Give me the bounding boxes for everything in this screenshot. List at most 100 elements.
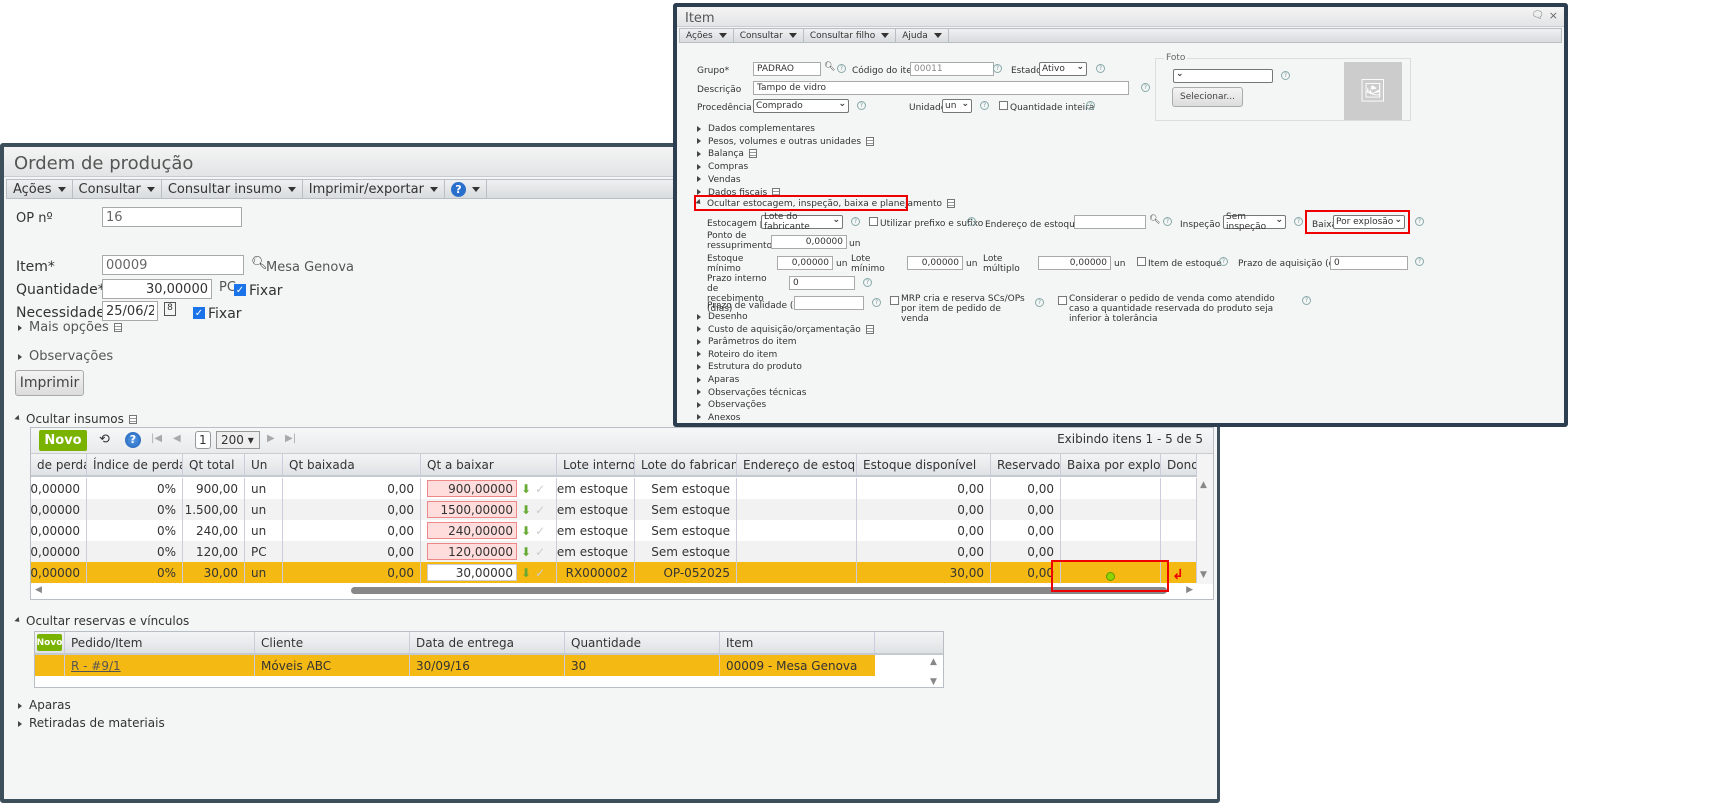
item-section[interactable]: Anexos <box>697 413 740 423</box>
help-icon[interactable]: ? <box>1086 101 1095 110</box>
item-section[interactable]: Aparas <box>697 375 739 385</box>
help-icon[interactable]: ? <box>993 64 1002 73</box>
procedencia-select[interactable]: Comprado <box>753 99 849 113</box>
menu-imprimir-exportar[interactable]: Imprimir/exportar <box>303 180 445 198</box>
column-header[interactable]: Reservado <box>991 454 1061 475</box>
qt-a-baixar-input[interactable]: 900,00000 <box>427 480 517 497</box>
qt-a-baixar-input[interactable]: 30,00000 <box>427 564 517 581</box>
baixar-arrow-icon[interactable]: ⬇ <box>521 524 531 538</box>
page-number-input[interactable]: 1 <box>195 431 211 449</box>
search-icon[interactable]: 🔍︎ <box>1149 215 1160 225</box>
help-icon[interactable]: ? <box>863 278 872 287</box>
chat-icon[interactable]: 🗨︎ <box>1531 10 1544 21</box>
qt-a-baixar-input[interactable]: 240,00000 <box>427 522 517 539</box>
column-header[interactable]: Estoque disponível <box>857 454 991 475</box>
help-icon[interactable]: ? <box>1294 217 1303 226</box>
imprimir-button[interactable]: Imprimir <box>15 370 84 396</box>
descricao-field[interactable] <box>753 81 1129 95</box>
help-icon[interactable]: ? <box>872 298 881 307</box>
menu-acoes[interactable]: Ações <box>7 180 73 198</box>
first-page-icon[interactable]: |◀ <box>151 433 162 444</box>
item-field[interactable] <box>102 255 244 275</box>
item-section[interactable]: Vendas <box>697 175 741 185</box>
qt-a-baixar-input[interactable]: 120,00000 <box>427 543 517 560</box>
item-section[interactable]: Dados complementares <box>697 124 815 134</box>
table-row[interactable]: 120,000000%120,00PC0,00120,00000⬇✓Sem es… <box>31 541 1197 562</box>
column-header[interactable]: Un <box>245 454 283 475</box>
table-row[interactable]: 240,000000%240,00un0,00240,00000⬇✓Sem es… <box>31 520 1197 541</box>
item-section[interactable]: Balança <box>697 149 757 159</box>
mrp-checkbox[interactable] <box>890 296 899 305</box>
baixar-arrow-icon[interactable]: ⬇ <box>521 545 531 559</box>
check-icon[interactable]: ✓ <box>535 524 545 538</box>
menu-ajuda[interactable]: Ajuda <box>896 29 949 42</box>
item-section[interactable]: Roteiro do item <box>697 350 777 360</box>
help-icon[interactable]: ? <box>837 64 846 73</box>
item-section[interactable]: Parâmetros do item <box>697 337 797 347</box>
ponto-field[interactable] <box>771 235 847 249</box>
quantidade-inteira-checkbox[interactable] <box>999 101 1008 110</box>
prev-page-icon[interactable]: ◀ <box>173 433 181 444</box>
refresh-icon[interactable]: ⟲ <box>99 432 110 447</box>
item-section[interactable]: Desenho <box>697 312 748 322</box>
scrollbar-thumb[interactable] <box>351 587 1167 594</box>
item-section[interactable]: Observações técnicas <box>697 388 806 398</box>
column-header[interactable]: Endereço de estoque <box>737 454 857 475</box>
qt-a-baixar-input[interactable]: 1500,00000 <box>427 501 517 518</box>
page-size-select[interactable]: 200 ▾ <box>216 431 260 449</box>
baixar-arrow-icon[interactable]: ⬇ <box>521 566 531 580</box>
column-header[interactable]: Quantidade <box>565 632 720 653</box>
column-header[interactable]: Qt a baixar <box>421 454 557 475</box>
quantidade-field[interactable] <box>102 279 212 299</box>
column-header[interactable]: Índice de perdas <box>87 454 183 475</box>
menu-acoes[interactable]: Ações <box>680 29 734 42</box>
help-icon[interactable]: ? <box>1096 64 1105 73</box>
help-icon[interactable]: ? <box>857 101 866 110</box>
column-header[interactable]: Qt total <box>183 454 245 475</box>
prazo-interno-field[interactable] <box>789 276 855 290</box>
column-header[interactable]: Lote interno <box>557 454 635 475</box>
item-section[interactable]: Custo de aquisição/orçamentação <box>697 324 874 335</box>
column-header[interactable]: Dono <box>1161 454 1197 475</box>
last-page-icon[interactable]: ▶| <box>285 433 296 444</box>
fixar-quantidade-checkbox[interactable]: ✓ <box>234 284 246 296</box>
table-row[interactable]: 30,000000%30,00un0,0030,00000⬇✓RX000002O… <box>31 562 1197 583</box>
check-icon[interactable]: ✓ <box>535 482 545 496</box>
check-icon[interactable]: ✓ <box>535 566 545 580</box>
endereco-field[interactable] <box>1074 215 1146 229</box>
help-icon[interactable]: ? <box>1219 257 1228 266</box>
check-icon[interactable]: ✓ <box>535 503 545 517</box>
help-icon[interactable]: ? <box>967 217 976 226</box>
item-section[interactable]: Pesos, volumes e outras unidades <box>697 136 875 147</box>
lote-multiplo-field[interactable] <box>1038 256 1111 270</box>
table-row[interactable]: 900,000000%900,00un0,00900,00000⬇✓Sem es… <box>31 478 1197 499</box>
selecionar-button[interactable]: Selecionar... <box>1172 87 1243 107</box>
help-icon[interactable]: ? <box>1163 217 1172 226</box>
item-estoque-checkbox[interactable] <box>1137 257 1146 266</box>
help-icon[interactable]: ? <box>1281 71 1290 80</box>
prazo-validade-field[interactable] <box>794 296 864 310</box>
aparas-section[interactable]: Aparas <box>18 698 71 712</box>
item-section[interactable]: Observações <box>697 400 766 410</box>
item-section[interactable]: Compras <box>697 162 748 172</box>
column-header[interactable]: Pedido/Item <box>65 632 255 653</box>
estado-select[interactable]: Ativo <box>1039 62 1087 76</box>
inspecao-select[interactable]: Sem inspeção <box>1223 212 1286 232</box>
column-header[interactable]: Qt baixada <box>283 454 421 475</box>
column-header[interactable]: Item <box>720 632 875 653</box>
mais-opcoes-section[interactable]: Mais opções <box>18 320 122 335</box>
estocagem-select[interactable]: Lote do fabricante <box>761 212 843 232</box>
observacoes-section[interactable]: Observações <box>18 349 113 364</box>
item-section[interactable]: Estrutura do produto <box>697 362 802 372</box>
menu-consultar[interactable]: Consultar <box>734 29 804 42</box>
table-row[interactable]: R - #9/1 Móveis ABC 30/09/16 30 00009 - Mesa… <box>35 655 875 676</box>
horizontal-scrollbar[interactable]: ◀ ▶ <box>31 583 1197 599</box>
baixa-select[interactable]: Por explosão <box>1333 215 1405 229</box>
help-icon[interactable]: ? <box>1415 217 1424 226</box>
help-icon[interactable]: ? <box>1035 298 1044 307</box>
foto-select[interactable] <box>1173 69 1273 83</box>
reservas-section[interactable]: Ocultar reservas e vínculos <box>14 614 189 628</box>
pedido-link[interactable]: R - #9/1 <box>65 655 255 676</box>
menu-consultar[interactable]: Consultar <box>73 180 162 198</box>
column-header[interactable]: Data de entrega <box>410 632 565 653</box>
